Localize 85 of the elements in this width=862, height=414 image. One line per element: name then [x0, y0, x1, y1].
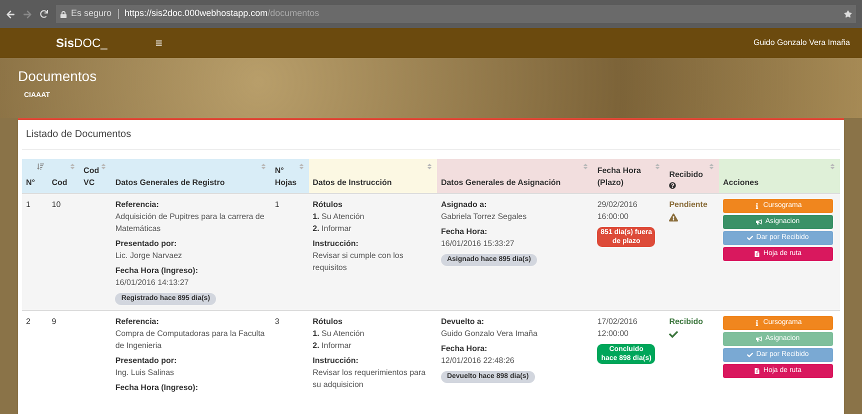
field-label: Devuelto a:: [440, 316, 486, 328]
field-label: Rótulos: [312, 316, 344, 328]
table-cell: 2: [26, 317, 30, 326]
field-label: Presentado por:: [115, 355, 178, 367]
document-icon: [754, 368, 760, 374]
field-value: Gabriela Torrez Segales: [440, 211, 528, 223]
list-item: 1. Su Atención: [312, 328, 366, 340]
sort-icon[interactable]: [68, 163, 76, 170]
sort-icon[interactable]: [708, 163, 715, 170]
document-icon: [754, 251, 760, 257]
field-value: 12/01/2016 22:48:26: [440, 355, 516, 367]
field-value: 16/01/2016 14:13:27: [115, 277, 190, 289]
page-title: Documentos: [18, 67, 98, 86]
field-value: 16/01/2016 15:33:27: [440, 238, 516, 250]
sort-icon[interactable]: [426, 163, 433, 170]
brand-logo[interactable]: SisDOC_: [56, 34, 108, 52]
sort-icon[interactable]: [100, 163, 108, 170]
reload-icon[interactable]: [40, 10, 48, 18]
field-label: Fecha Hora (Ingreso):: [115, 265, 200, 277]
megaphone-icon: [756, 336, 762, 342]
status-text: Recibido: [669, 316, 704, 328]
column-header[interactable]: Cod: [48, 159, 80, 193]
panel-title: Listado de Documentos: [22, 120, 840, 150]
lock-icon: [60, 10, 67, 18]
field-label: Fecha Hora (Ingreso):: [115, 382, 200, 394]
column-header[interactable]: Datos Generales de Asignación: [436, 159, 594, 193]
column-header[interactable]: Acciones: [718, 159, 840, 193]
field-label: Presentado por:: [115, 238, 178, 250]
back-icon[interactable]: [6, 10, 15, 18]
sort-icon[interactable]: [582, 163, 590, 170]
info-icon: [754, 203, 760, 209]
column-header[interactable]: Fecha Hora (Plazo): [593, 159, 666, 193]
field-label: Instrucción:: [312, 355, 360, 367]
list-item: 1. Su Atención: [312, 211, 366, 223]
table-cell: 10: [52, 200, 61, 209]
column-header[interactable]: N° Hojas: [270, 159, 309, 193]
column-header[interactable]: Cod VC: [80, 159, 112, 193]
table-cell-text: 12:00:00: [597, 328, 630, 340]
field-label: Referencia:: [115, 199, 160, 211]
sort-icon[interactable]: [36, 163, 44, 170]
table-cell: 1: [26, 200, 30, 209]
user-name[interactable]: Guido Gonzalo Vera Imaña: [753, 37, 850, 49]
field-label: Rótulos: [312, 199, 344, 211]
sort-icon[interactable]: [829, 163, 836, 170]
warning-icon: [669, 213, 678, 222]
forward-icon[interactable]: [23, 10, 32, 18]
table-cell-text: 16:00:00: [597, 211, 630, 223]
field-value: Lic. Jorge Narvaez: [115, 250, 184, 262]
table-cell: 1: [274, 200, 280, 209]
help-icon: [669, 182, 676, 189]
sort-icon[interactable]: [260, 163, 267, 170]
field-label: Instrucción:: [312, 238, 360, 250]
url-text: https://sis2doc.000webhostapp.com/documentos: [124, 7, 320, 20]
field-value: Revisar si cumple con los requisitos: [312, 250, 404, 274]
check-icon: [669, 330, 678, 339]
column-header[interactable]: Datos de Instrucción: [308, 159, 437, 193]
status-text: Pendiente: [669, 199, 708, 211]
field-label: Fecha Hora:: [440, 343, 488, 355]
field-value: Adquisición de Pupitres para la carrera de Matemáticas: [115, 211, 266, 235]
field-value: Compra de Computadoras para la Faculta de Ingenieria: [115, 328, 266, 352]
list-item: 2. Informar: [312, 223, 352, 235]
table-cell: 3: [274, 317, 280, 326]
column-header[interactable]: Datos Generales de Registro: [111, 159, 271, 193]
megaphone-icon: [756, 219, 762, 225]
column-header[interactable]: N°: [22, 159, 48, 193]
column-header[interactable]: Recibido: [665, 159, 719, 193]
security-label: Es seguro: [71, 7, 112, 20]
info-icon: [754, 320, 760, 326]
sort-icon[interactable]: [654, 163, 662, 170]
check-icon: [747, 235, 754, 241]
sort-icon[interactable]: [298, 163, 305, 170]
table-cell-text: 29/02/2016: [597, 199, 638, 211]
list-item: 2. Informar: [312, 340, 352, 352]
menu-icon[interactable]: ≡: [155, 34, 162, 52]
table-cell: 9: [52, 317, 56, 326]
check-icon: [747, 352, 754, 358]
address-bar[interactable]: Es seguro https://sis2doc.000webhostapp.com/documentos: [56, 5, 856, 23]
field-label: Fecha Hora:: [440, 226, 488, 238]
star-icon[interactable]: [844, 10, 852, 18]
table-cell-text: 17/02/2016: [597, 316, 638, 328]
field-label: Asignado a:: [440, 199, 488, 211]
field-value: Ing. Luis Salinas: [115, 367, 176, 379]
field-label: Referencia:: [115, 316, 160, 328]
field-value: Revisar los requerimientos para su adquisicion: [312, 367, 427, 391]
field-value: Guido Gonzalo Vera Imaña: [440, 328, 538, 340]
